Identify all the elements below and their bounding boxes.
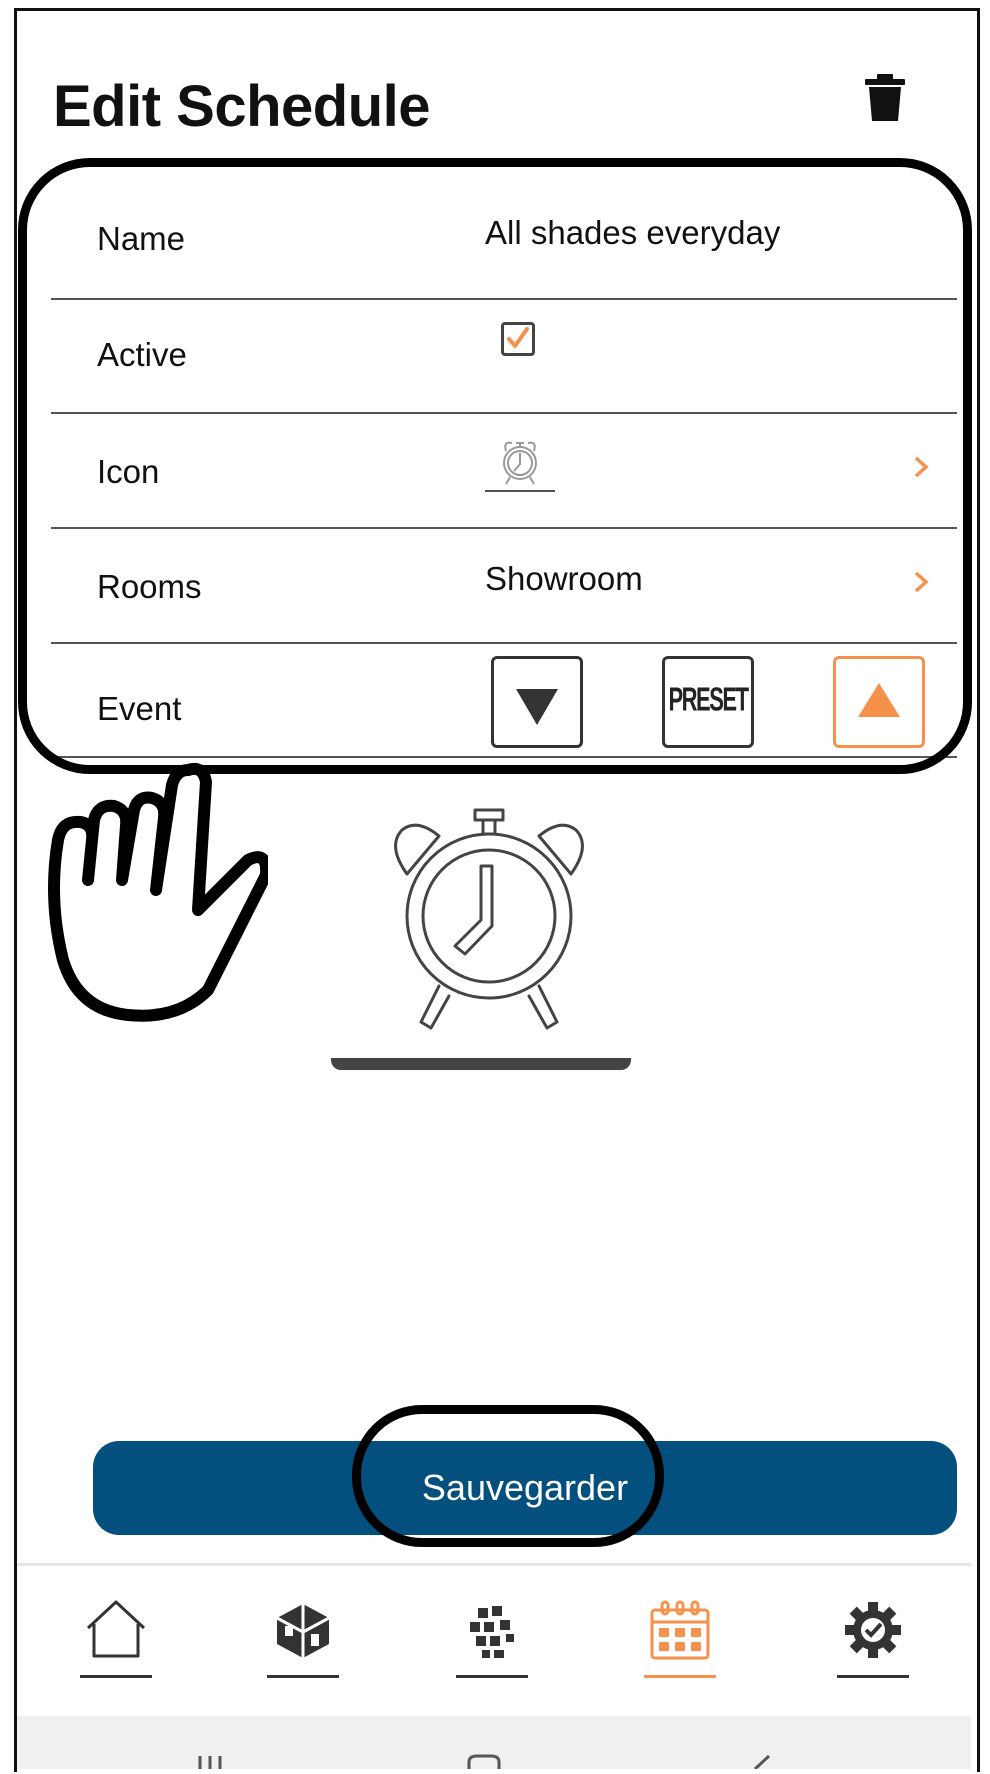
- calendar-icon: [650, 1600, 710, 1660]
- system-nav-icons: [198, 1754, 771, 1771]
- nav-settings[interactable]: [837, 1594, 909, 1678]
- scenes-grid-icon: [470, 1606, 514, 1658]
- rooms-cube-icon: [276, 1604, 330, 1658]
- home-icon: [86, 1600, 146, 1658]
- system-nav-bar: [17, 1716, 971, 1771]
- nav-home[interactable]: [80, 1594, 152, 1678]
- settings-gear-icon: [845, 1602, 901, 1658]
- alarm-clock-icon: [394, 808, 584, 1030]
- nav-rooms[interactable]: [267, 1594, 339, 1678]
- bottom-nav: [17, 1563, 971, 1716]
- trash-icon[interactable]: [863, 73, 907, 123]
- schedule-preview-icon: [331, 796, 637, 1076]
- pointing-hand-icon: [28, 740, 273, 1030]
- highlight-save-callout: [352, 1405, 664, 1547]
- nav-schedules[interactable]: [644, 1594, 716, 1678]
- nav-scenes[interactable]: [456, 1594, 528, 1678]
- highlight-form-callout: [18, 158, 972, 774]
- page-title: Edit Schedule: [53, 74, 431, 139]
